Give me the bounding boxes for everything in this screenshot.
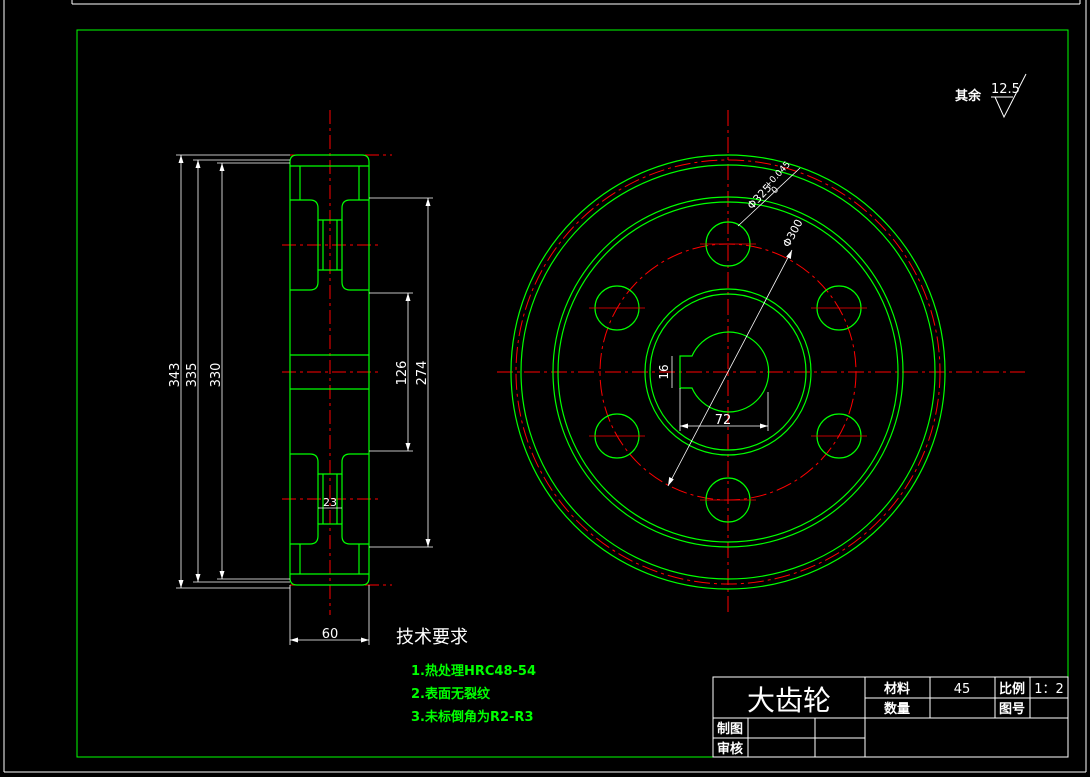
material-value: 45 bbox=[954, 682, 971, 697]
tech-req-title: 技术要求 bbox=[396, 627, 468, 648]
sheet-border bbox=[3, 0, 1087, 773]
dim-key: 16 bbox=[657, 364, 671, 379]
dim-bore: 72 bbox=[715, 413, 732, 428]
dim-od-tol-upper: +0.045 bbox=[763, 160, 793, 191]
side-view-arrowheads bbox=[178, 155, 431, 643]
roughness-note: 其余 12.5 bbox=[955, 73, 1027, 119]
drawing-frame bbox=[76, 29, 1069, 758]
part-name: 大齿轮 bbox=[747, 684, 831, 717]
roughness-label: 其余 bbox=[955, 88, 982, 104]
drawn-label: 制图 bbox=[717, 721, 743, 737]
side-view-dimensions bbox=[176, 154, 433, 645]
dim-23: 23 bbox=[323, 496, 337, 509]
dim-60: 60 bbox=[322, 627, 339, 642]
dim-330: 330 bbox=[209, 363, 224, 388]
title-block: 大齿轮 材料 45 比例 1：2 数量 图号 制图 审核 bbox=[712, 676, 1069, 758]
dim-335: 335 bbox=[185, 363, 200, 388]
side-view: 343 335 330 274 126 60 23 bbox=[168, 110, 433, 645]
drawing-no-label: 图号 bbox=[999, 702, 1025, 717]
dim-343: 343 bbox=[168, 363, 183, 388]
tech-req-item: 3.未标倒角为R2-R3 bbox=[411, 709, 534, 725]
scale-label: 比例 bbox=[999, 681, 1025, 697]
material-label: 材料 bbox=[884, 681, 910, 697]
checked-label: 审核 bbox=[717, 741, 743, 757]
dim-126: 126 bbox=[395, 361, 410, 386]
technical-requirements: 技术要求 1.热处理HRC48-54 2.表面无裂纹 3.未标倒角为R2-R3 bbox=[396, 627, 536, 725]
scale-value: 1：2 bbox=[1034, 682, 1064, 697]
quantity-label: 数量 bbox=[884, 701, 910, 717]
cad-drawing-canvas: 343 335 330 274 126 60 23 Φ325 +0.045 0 … bbox=[3, 0, 1087, 773]
dim-pcd: Φ300 bbox=[780, 217, 805, 249]
side-view-centerlines bbox=[282, 110, 392, 615]
dim-274: 274 bbox=[415, 361, 430, 386]
tech-req-item: 1.热处理HRC48-54 bbox=[411, 663, 536, 679]
front-view: Φ325 +0.045 0 Φ300 16 72 bbox=[497, 110, 1025, 612]
tech-req-item: 2.表面无裂纹 bbox=[411, 686, 491, 702]
side-view-dimension-text: 343 335 330 274 126 60 23 bbox=[168, 361, 430, 642]
